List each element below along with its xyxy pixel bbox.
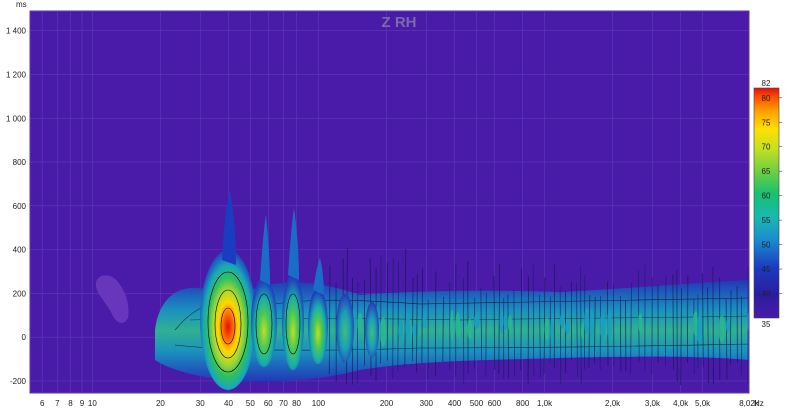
decay-cell (564, 321, 570, 335)
x-tick-label: 9 (80, 399, 85, 408)
decay-cell (450, 310, 454, 341)
x-tick-label: 60 (264, 399, 273, 408)
x-tick-label: 400 (448, 399, 462, 408)
x-tick-label: 30 (196, 399, 205, 408)
x-tick-label: 1,0k (537, 399, 553, 408)
colorbar-tick-label: 45 (762, 265, 771, 274)
y-tick-label: 200 (13, 289, 27, 298)
peak-blob-60hz (251, 277, 277, 367)
x-tick-label: 6 (40, 399, 45, 408)
x-axis: 6 7 8 9 10 20 30 40 50 60 70 80 100 200 300 400 500 600 80… (40, 399, 760, 408)
x-tick-label: 70 (279, 399, 288, 408)
waterfall-chart: Z RH ms Hz 1 4001 2001 0008006004002000-… (6, 0, 782, 408)
decay-cell (696, 314, 704, 345)
decay-cell (607, 310, 612, 340)
colorbar-tick-label: 60 (762, 192, 771, 201)
y-tick-label: -200 (10, 377, 27, 386)
y-tick-label: 1 400 (6, 27, 27, 36)
decay-cell (398, 319, 404, 342)
decay-cell (467, 318, 473, 340)
colorbar: 82 35 80 75 70 65 60 55 50 45 40 (753, 79, 782, 329)
colorbar-min-label: 35 (762, 320, 771, 329)
x-tick-label: 800 (516, 399, 530, 408)
decay-streak (613, 283, 615, 366)
y-tick-label: 400 (13, 246, 27, 255)
decay-cell (638, 312, 643, 333)
decay-cell (589, 310, 595, 342)
decay-cell (503, 313, 508, 330)
y-unit-label: ms (16, 0, 27, 9)
colorbar-tick-label: 70 (762, 143, 771, 152)
x-tick-label: 7 (55, 399, 60, 408)
colorbar-max-label: 82 (762, 79, 771, 88)
peak-blob-100hz (308, 288, 328, 364)
x-tick-label: 600 (488, 399, 502, 408)
decay-cell (507, 315, 513, 332)
decay-streak (619, 295, 622, 372)
x-tick-label: 5,0k (695, 399, 711, 408)
decay-cell (473, 314, 480, 330)
x-tick-label: 80 (292, 399, 301, 408)
colorbar-tick-label: 75 (762, 118, 771, 127)
colorbar-tick-label: 65 (762, 167, 771, 176)
x-tick-label: 4,0k (673, 399, 689, 408)
decay-cell (559, 313, 565, 329)
decay-cell (405, 313, 411, 344)
chart-title: Z RH (382, 14, 417, 31)
y-tick-label: 1 000 (6, 114, 27, 123)
decay-streak (485, 292, 487, 377)
decay-streak (553, 264, 556, 369)
decay-cell (747, 311, 749, 333)
decay-cell (422, 313, 427, 329)
decay-cell (725, 317, 731, 333)
x-tick-label: 8 (68, 399, 73, 408)
colorbar-tick-label: 50 (762, 241, 771, 250)
x-tick-label: 40 (224, 399, 233, 408)
y-axis: 1 400 1 200 1 000 800 600 400 200 0 -200 (6, 27, 27, 386)
decay-streak (712, 266, 714, 385)
x-tick-label: 200 (380, 399, 394, 408)
x-tick-label: 8,02k (739, 399, 760, 408)
decay-cell (499, 311, 504, 335)
colorbar-tick-label: 80 (762, 94, 771, 103)
y-tick-label: 1 200 (6, 70, 27, 79)
y-tick-label: 0 (22, 333, 27, 342)
decay-cell (718, 315, 725, 343)
x-tick-label: 100 (312, 399, 326, 408)
x-tick-label: 50 (246, 399, 255, 408)
x-tick-label: 3,0k (645, 399, 661, 408)
decay-cell (455, 311, 461, 339)
x-tick-label: 20 (156, 399, 165, 408)
peak-blob-170hz (365, 302, 379, 358)
x-tick-label: 500 (470, 399, 484, 408)
peak-blob-80hz (282, 274, 304, 370)
x-tick-label: 300 (420, 399, 434, 408)
x-tick-label: 10 (88, 399, 97, 408)
decay-cell (584, 308, 590, 335)
y-tick-label: 800 (13, 158, 27, 167)
decay-cell (379, 317, 387, 347)
decay-cell (357, 312, 363, 333)
peak-blob-130hz (336, 294, 354, 362)
colorbar-tick-label: 55 (762, 216, 771, 225)
decay-cell (599, 313, 606, 339)
decay-cell (580, 321, 585, 341)
decay-cell (544, 317, 550, 341)
y-tick-label: 600 (13, 202, 27, 211)
decay-streak (356, 281, 359, 384)
colorbar-tick-label: 40 (762, 290, 771, 299)
peak-blob-40hz (200, 250, 256, 390)
x-tick-label: 2,0k (605, 399, 621, 408)
decay-streak (665, 275, 667, 367)
